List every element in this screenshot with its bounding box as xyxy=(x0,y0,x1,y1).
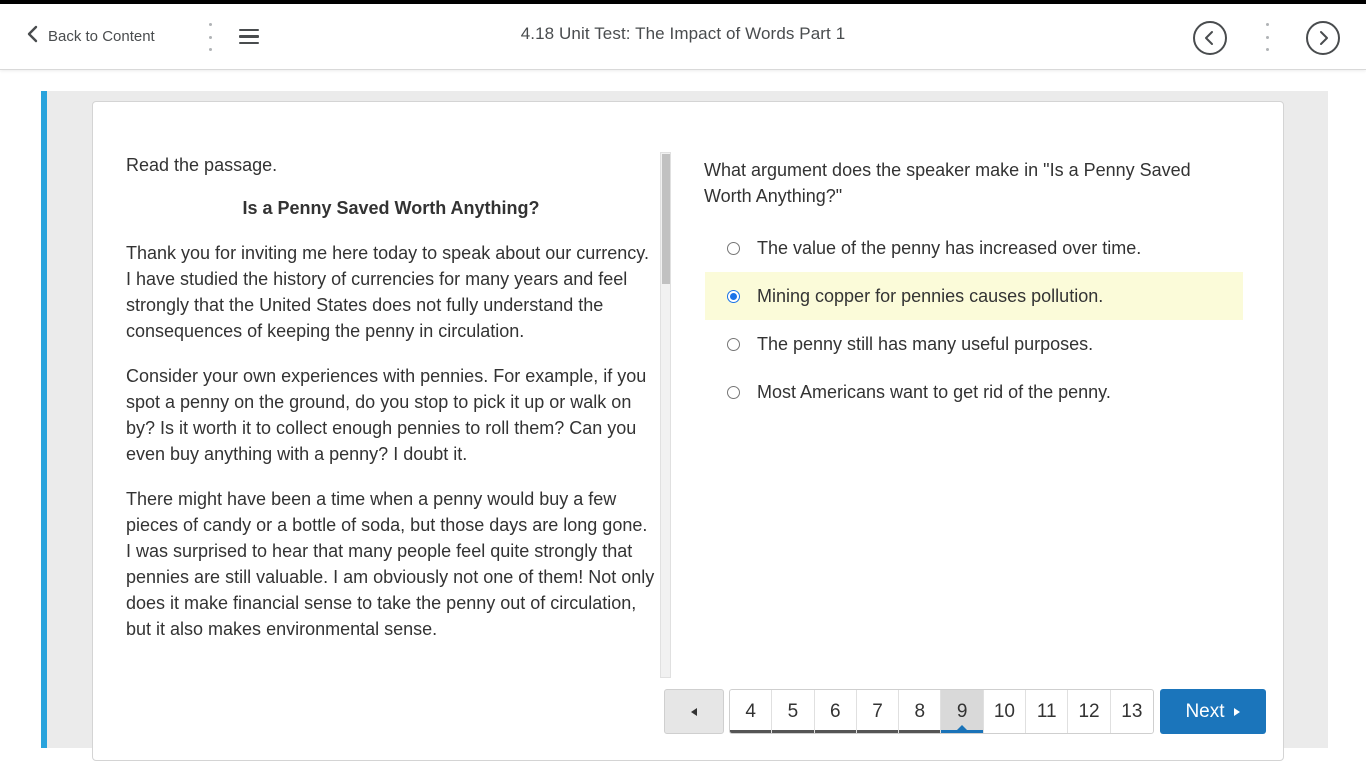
page-number: 11 xyxy=(1036,700,1057,722)
page-button-11[interactable]: 11 xyxy=(1026,690,1069,733)
back-to-content-label: Back to Content xyxy=(48,27,155,45)
passage-paragraph: Thank you for inviting me here today to … xyxy=(126,243,649,341)
question-prompt: What argument does the speaker make in "… xyxy=(704,160,1191,206)
hamburger-menu-icon[interactable] xyxy=(239,26,261,46)
page-button-6[interactable]: 6 xyxy=(814,690,857,733)
radio-button-selected[interactable] xyxy=(727,289,740,303)
pager-previous-button[interactable] xyxy=(664,689,724,734)
radio-button[interactable] xyxy=(727,385,740,399)
answer-option-label: The penny still has many useful purposes… xyxy=(757,333,1094,354)
page-number: 7 xyxy=(872,700,883,722)
answer-option-label: The value of the penny has increased ove… xyxy=(757,237,1142,258)
page-button-10[interactable]: 10 xyxy=(984,690,1027,733)
page-number-group: 4 5 6 7 8 9 10 11 12 13 xyxy=(729,689,1154,734)
page-number: 4 xyxy=(745,700,756,722)
triangle-left-icon xyxy=(691,707,697,716)
circle-chevron-left-icon xyxy=(1205,31,1213,45)
passage-paragraph: There might have been a time when a penn… xyxy=(126,489,655,639)
previous-activity-button[interactable] xyxy=(1193,21,1227,55)
answer-option[interactable]: Most Americans want to get rid of the pe… xyxy=(705,368,1243,416)
answer-option-selected[interactable]: Mining copper for pennies causes polluti… xyxy=(705,272,1243,320)
page-number: 5 xyxy=(787,700,799,722)
circle-chevron-right-icon xyxy=(1320,31,1328,45)
page-button-4[interactable]: 4 xyxy=(730,690,773,733)
passage-scrollbar[interactable] xyxy=(660,152,671,678)
page-button-5[interactable]: 5 xyxy=(772,690,815,733)
next-button-label: Next xyxy=(1185,700,1225,722)
accent-bar xyxy=(41,91,47,748)
passage-paragraph: Consider your own experiences with penni… xyxy=(126,366,647,464)
page-number: 8 xyxy=(914,700,926,722)
answer-options: The value of the penny has increased ove… xyxy=(705,224,1243,416)
passage-intro: Read the passage. xyxy=(126,155,278,175)
answer-option[interactable]: The value of the penny has increased ove… xyxy=(705,224,1243,272)
page-title: 4.18 Unit Test: The Impact of Words Part… xyxy=(520,24,846,43)
answer-option-label: Most Americans want to get rid of the pe… xyxy=(757,381,1111,402)
reading-passage: Read the passage. Is a Penny Saved Worth… xyxy=(126,152,656,674)
page-button-8[interactable]: 8 xyxy=(899,690,942,733)
next-button[interactable]: Next xyxy=(1160,689,1266,734)
back-to-content-link[interactable]: Back to Content xyxy=(26,24,155,48)
top-navigation-bar: Back to Content 4.18 Unit Test: The Impa… xyxy=(0,4,1366,70)
page-number: 12 xyxy=(1078,700,1100,722)
divider-dots-icon xyxy=(1264,23,1270,51)
current-page-caret-icon xyxy=(957,725,968,730)
page-number: 10 xyxy=(993,700,1015,722)
scrollbar-thumb[interactable] xyxy=(662,154,670,284)
answer-option-label: Mining copper for pennies causes polluti… xyxy=(757,285,1104,306)
next-activity-button[interactable] xyxy=(1306,21,1340,55)
radio-button[interactable] xyxy=(727,241,740,255)
divider-dots-icon xyxy=(207,23,213,51)
triangle-right-icon xyxy=(1233,707,1240,716)
page-number: 6 xyxy=(829,700,841,722)
page-button-9-current[interactable]: 9 xyxy=(941,690,984,733)
page-button-7[interactable]: 7 xyxy=(856,690,900,733)
answer-option[interactable]: The penny still has many useful purposes… xyxy=(705,320,1243,368)
page-button-13[interactable]: 13 xyxy=(1111,690,1153,733)
page-number: 9 xyxy=(956,700,968,722)
page-number: 13 xyxy=(1121,700,1143,722)
radio-button[interactable] xyxy=(727,337,740,351)
passage-heading: Is a Penny Saved Worth Anything? xyxy=(242,198,540,218)
chevron-left-icon xyxy=(26,25,40,47)
page-button-12[interactable]: 12 xyxy=(1068,690,1111,733)
